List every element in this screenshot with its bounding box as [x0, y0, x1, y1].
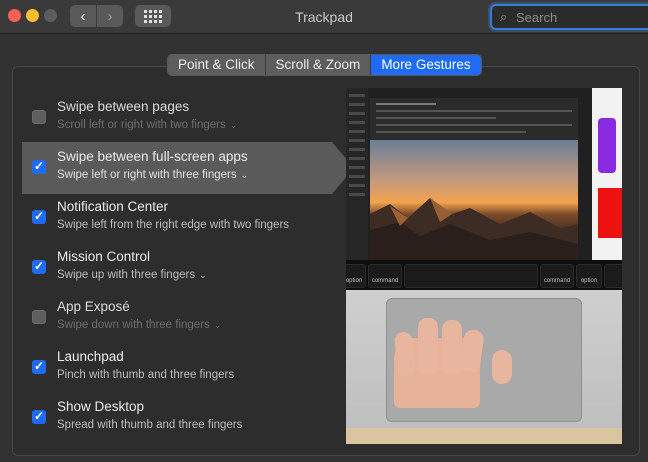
gesture-subtitle: Swipe left from the right edge with two …: [57, 219, 290, 231]
title-bar: ‹ › Trackpad ⌕: [0, 0, 648, 34]
gesture-row-swipe-fullscreen[interactable]: Swipe between full-screen apps Swipe lef…: [22, 142, 354, 194]
gesture-title: Launchpad: [57, 349, 124, 364]
preview-keyboard: option command command option: [346, 260, 622, 290]
tab-point-click[interactable]: Point & Click: [168, 55, 266, 75]
preview-shape-red: [598, 188, 622, 238]
gesture-row-launchpad[interactable]: Launchpad Pinch with thumb and three fin…: [22, 342, 332, 394]
preview-screen: [346, 88, 622, 260]
chevron-down-icon: ⌄: [213, 320, 222, 330]
gesture-subtitle[interactable]: Swipe up with three fingers ⌄: [57, 269, 207, 281]
mountain-silhouette: [370, 198, 578, 260]
preview-sidebar: [346, 88, 368, 260]
key-space: [404, 264, 538, 288]
gesture-subtitle: Pinch with thumb and three fingers: [57, 369, 235, 381]
search-field[interactable]: ⌕: [490, 4, 648, 30]
gesture-subtitle[interactable]: Scroll left or right with two fingers ⌄: [57, 119, 237, 131]
gesture-row-notification-center[interactable]: Notification Center Swipe left from the …: [22, 192, 332, 244]
swipe-fullscreen-checkbox[interactable]: [32, 159, 46, 174]
key-arrow: [604, 264, 622, 288]
search-icon: ⌕: [500, 9, 508, 24]
notification-center-checkbox[interactable]: [32, 209, 46, 224]
gesture-subtitle[interactable]: Swipe down with three fingers ⌄: [57, 319, 221, 331]
gesture-row-swipe-pages[interactable]: Swipe between pages Scroll left or right…: [22, 92, 332, 144]
launchpad-checkbox[interactable]: [32, 359, 46, 374]
gesture-subtitle: Spread with thumb and three fingers: [57, 419, 243, 431]
gesture-preview-video: option command command option: [346, 88, 622, 444]
gesture-title: App Exposé: [57, 299, 130, 314]
show-desktop-checkbox[interactable]: [32, 409, 46, 424]
preview-document: [370, 98, 578, 144]
chevron-down-icon: ⌄: [240, 170, 249, 180]
chevron-down-icon: ⌄: [229, 120, 238, 130]
tab-bar: Point & Click Scroll & Zoom More Gesture…: [167, 54, 482, 76]
gesture-row-mission-control[interactable]: Mission Control Swipe up with three fing…: [22, 242, 332, 294]
preview-laptop-base: [346, 290, 622, 444]
mission-control-checkbox[interactable]: [32, 259, 46, 274]
tab-scroll-zoom[interactable]: Scroll & Zoom: [265, 55, 372, 75]
preview-desk: [346, 428, 622, 444]
gesture-title: Notification Center: [57, 199, 169, 214]
preview-shape-purple: [598, 118, 616, 173]
app-expose-checkbox[interactable]: [32, 310, 46, 324]
chevron-down-icon: ⌄: [199, 270, 207, 280]
gesture-subtitle[interactable]: Swipe left or right with three fingers ⌄: [57, 169, 248, 181]
swipe-pages-checkbox[interactable]: [32, 110, 46, 124]
finger-middle: [418, 318, 438, 374]
key-command-left: command: [368, 264, 402, 288]
gesture-row-app-expose[interactable]: App Exposé Swipe down with three fingers…: [22, 292, 332, 344]
search-input[interactable]: [516, 8, 648, 26]
key-option-left: option: [346, 264, 366, 288]
key-command-right: command: [540, 264, 574, 288]
gesture-title: Mission Control: [57, 249, 151, 264]
gesture-row-show-desktop[interactable]: Show Desktop Spread with thumb and three…: [22, 392, 332, 444]
tab-more-gestures[interactable]: More Gestures: [371, 55, 481, 75]
key-option-right: option: [576, 264, 602, 288]
gesture-title: Swipe between pages: [57, 99, 190, 114]
gesture-title: Show Desktop: [57, 399, 145, 414]
thumb: [492, 350, 512, 384]
gesture-title: Swipe between full-screen apps: [57, 149, 248, 164]
